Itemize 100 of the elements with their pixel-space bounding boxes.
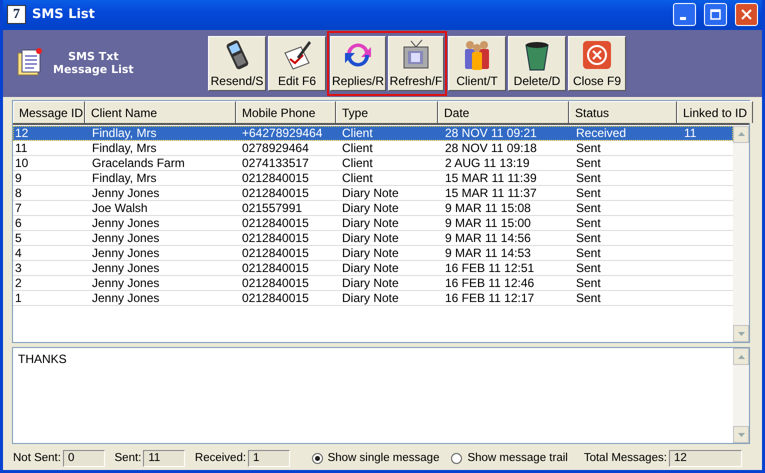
table-row[interactable]: 10 Gracelands Farm 0274133517 Client 2 AUG 11 13:19 Sent [13, 156, 733, 171]
table-cell-text: 4 [14, 246, 23, 260]
table-row[interactable]: 4 Jenny Jones 0212840015 Diary Note 9 MAR 11 14:53 Sent [13, 246, 733, 261]
table-cell-text: Findlay, Mrs [91, 170, 158, 185]
up-arrow-icon [738, 354, 744, 359]
app-icon: 7 [7, 5, 26, 24]
table-row[interactable]: 1 Jenny Jones 0212840015 Diary Note 16 FEB 11 12:17 Sent [13, 290, 733, 306]
table-cell-text: Sent [575, 276, 602, 290]
table-cell-text: Joe Walsh [91, 200, 149, 215]
table-cell-text: 28 NOV 11 09:18 [444, 140, 538, 155]
table-cell-text: Diary Note [341, 260, 400, 275]
table-cell-text: 9 MAR 11 14:53 [444, 246, 532, 260]
table-cell-text: 15 MAR 11 11:37 [444, 186, 538, 200]
down-arrow-icon [738, 432, 744, 437]
close-icon [581, 38, 613, 71]
table-cell-text: 9 MAR 11 15:00 [444, 216, 532, 230]
table-cell-text: 28 NOV 11 09:21 [444, 126, 538, 140]
table-cell-text: Received [575, 126, 628, 140]
table-row[interactable]: 9 Findlay, Mrs 0212840015 Client 15 MAR 11 11:39 Sent [13, 170, 733, 186]
maximize-button[interactable] [704, 3, 727, 26]
table-row[interactable]: 7 Joe Walsh 021557991 Diary Note 9 MAR 11 15:08 Sent [13, 200, 733, 216]
table-cell-text: 0212840015 [241, 276, 310, 290]
toolbar-button[interactable]: Client/T [448, 36, 506, 91]
count-label: Not Sent: [13, 452, 61, 464]
table-cell-text: 12 [14, 126, 30, 140]
column-header[interactable]: Linked to ID [677, 100, 754, 123]
table-cell-text: Jenny Jones [91, 230, 160, 245]
notepad-icon [15, 46, 45, 77]
down-arrow-icon [738, 332, 744, 336]
radio-label[interactable]: Show message trail [467, 452, 568, 464]
total-field: 12 [668, 450, 742, 467]
close-button[interactable] [735, 3, 758, 26]
table-cell-text: Findlay, Mrs [91, 140, 158, 155]
total-label: Total Messages: [584, 452, 667, 464]
table-cell-text: 8 [14, 186, 23, 200]
column-header[interactable]: Mobile Phone [236, 100, 336, 123]
column-header[interactable]: Date [438, 100, 569, 123]
minimize-icon [680, 17, 686, 20]
table-cell-text: Client [341, 170, 374, 185]
table-cell-text: Diary Note [341, 276, 400, 290]
header-title: SMS Txt [68, 50, 119, 64]
table-cell-text: Findlay, Mrs [91, 126, 158, 140]
table-cell-text: 0212840015 [241, 290, 310, 305]
table-cell-text: 11 [14, 140, 28, 155]
table-row[interactable]: 11 Findlay, Mrs 0278929464 Client 28 NOV 11 09:18 Sent [13, 140, 733, 156]
count-field: 11 [143, 450, 185, 467]
table-cell-text: Sent [575, 230, 602, 245]
table-cell-text: 16 FEB 11 12:17 [444, 290, 536, 305]
toolbar-button[interactable]: Refresh/F [388, 36, 444, 91]
maximize-icon [710, 9, 721, 20]
table-cell-text: 15 MAR 11 11:39 [444, 170, 538, 185]
column-header[interactable]: Client Name [85, 100, 236, 123]
table-cell-text: 6 [14, 216, 23, 230]
table-cell-text: 2 [14, 276, 23, 290]
table-cell-text: 11 [683, 126, 698, 140]
column-header[interactable]: Message ID [13, 100, 85, 123]
scrollbar[interactable] [733, 348, 749, 444]
message-text: THANKS [17, 351, 68, 368]
table-cell-text: Jenny Jones [91, 290, 160, 305]
count-field: 1 [248, 450, 290, 467]
minimize-button[interactable] [673, 3, 696, 26]
table-cell-text: Gracelands Farm [91, 156, 186, 170]
table-cell-text: Sent [575, 140, 602, 155]
toolbar-button[interactable]: Delete/D [508, 36, 566, 91]
table-cell-text: Sent [575, 246, 602, 260]
table-cell-text: 0278929464 [241, 140, 310, 155]
count-label: Sent: [114, 452, 142, 464]
toolbar-button[interactable]: Replies/R [330, 36, 386, 91]
table-cell-text: Sent [575, 186, 602, 200]
table-row[interactable]: 5 Jenny Jones 0212840015 Diary Note 9 MAR 11 14:56 Sent [13, 230, 733, 246]
table-row[interactable]: 8 Jenny Jones 0212840015 Diary Note 15 MAR 11 11:37 Sent [13, 186, 733, 201]
radio-button[interactable] [451, 452, 462, 464]
table-cell-text: 0212840015 [241, 260, 310, 275]
table-cell-text: Sent [575, 290, 602, 305]
column-header[interactable]: Status [569, 100, 677, 123]
column-header[interactable]: Type [336, 100, 438, 123]
table-cell-text: 1 [14, 290, 23, 305]
table-cell-text: 0212840015 [241, 230, 310, 245]
table-cell-text: 3 [14, 260, 23, 275]
table-cell-text: 16 FEB 11 12:51 [444, 260, 536, 275]
table-row[interactable]: 6 Jenny Jones 0212840015 Diary Note 9 MAR 11 15:00 Sent [13, 216, 733, 231]
scrollbar[interactable] [733, 126, 749, 342]
table-cell-text: Sent [575, 260, 602, 275]
radio-label[interactable]: Show single message [328, 452, 440, 464]
table-cell-text: 16 FEB 11 12:46 [444, 276, 536, 290]
toolbar-button[interactable]: Edit F6 [268, 36, 326, 91]
table-cell-text: 2 AUG 11 13:19 [444, 156, 531, 170]
table-row[interactable]: 3 Jenny Jones 0212840015 Diary Note 16 FEB 11 12:51 Sent [13, 260, 733, 276]
table-row[interactable]: 12 Findlay, Mrs +64278929464 Client 28 NOV 11 09:21 Received 11 [13, 126, 733, 141]
toolbar-button[interactable]: Close F9 [568, 36, 626, 91]
table-cell-text: 5 [14, 230, 23, 245]
table-cell-text: Jenny Jones [91, 276, 160, 290]
table-cell-text: 0212840015 [241, 216, 310, 230]
toolbar-button[interactable]: Resend/S [208, 36, 266, 91]
table-cell-text: Client [341, 140, 374, 155]
table-cell-text: Jenny Jones [91, 260, 160, 275]
radio-button[interactable] [312, 452, 323, 464]
table-cell-text: 0212840015 [241, 170, 310, 185]
table-cell-text: 9 [14, 170, 23, 185]
table-row[interactable]: 2 Jenny Jones 0212840015 Diary Note 16 FEB 11 12:46 Sent [13, 276, 733, 291]
